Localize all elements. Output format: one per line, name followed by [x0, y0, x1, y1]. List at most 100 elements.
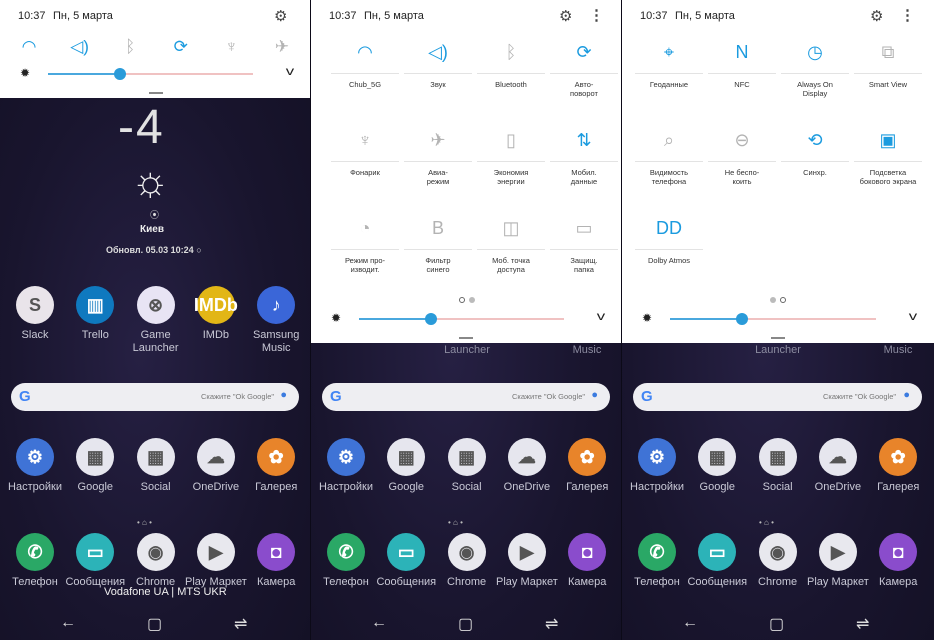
app-slack[interactable]: S Slack	[4, 286, 66, 342]
gear-icon[interactable]: ⚙	[559, 9, 572, 24]
bluetooth-icon[interactable]: ᛒ	[115, 35, 145, 59]
brightness-slider[interactable]: ✹ v	[325, 309, 605, 329]
google-search-bar[interactable]: G Скажите "Ok Google" ●	[11, 383, 299, 411]
tile-secure-folder[interactable]: ▭ Защищ. папка	[548, 213, 620, 289]
app-gallery[interactable]: ✿ Галерея	[556, 438, 618, 494]
pager-dot-active[interactable]	[780, 297, 786, 303]
drag-handle[interactable]	[771, 337, 785, 339]
tile-auto-rotate[interactable]: ⟳ Авто- поворот	[548, 37, 620, 113]
chevron-down-icon[interactable]: v	[286, 64, 294, 78]
brightness-knob[interactable]	[113, 68, 126, 80]
tile-volume[interactable]: ◁) Звук	[402, 37, 474, 113]
recents-icon[interactable]: ⇌	[545, 614, 558, 634]
mic-icon[interactable]: ●	[280, 389, 287, 401]
recents-icon[interactable]: ⇌	[234, 614, 247, 634]
wifi-icon[interactable]: ◠	[14, 35, 44, 59]
app-chrome[interactable]: ◉ Chrome	[436, 533, 498, 589]
tile-smart-view[interactable]: ⧉ Smart View	[852, 37, 924, 113]
app-onedrive[interactable]: ☁ OneDrive	[185, 438, 247, 494]
back-icon[interactable]: ←	[682, 614, 698, 632]
tile-sync[interactable]: ⟲ Синхр.	[779, 125, 851, 201]
brightness-knob[interactable]	[424, 313, 437, 325]
google-search-bar[interactable]: G Скажите "Ok Google" ●	[322, 383, 610, 411]
app-game-launcher[interactable]: ⊗ Game Launcher	[125, 286, 187, 355]
tile-mobile-data[interactable]: ⇅ Мобил. данные	[548, 125, 620, 201]
app-camera[interactable]: ◘ Камера	[867, 533, 929, 589]
app-messages[interactable]: ▭ Сообщения	[686, 533, 748, 589]
app-messages[interactable]: ▭ Сообщения	[64, 533, 126, 589]
app-imdb[interactable]: IMDb IMDb	[185, 286, 247, 342]
back-icon[interactable]: ←	[60, 614, 76, 632]
app-settings[interactable]: ⚙ Настройки	[315, 438, 377, 494]
brightness-knob[interactable]	[736, 313, 749, 325]
pager-dot-active[interactable]	[459, 297, 465, 303]
tile-always-on-display[interactable]: ◷ Always On Display	[779, 37, 851, 113]
app-google-folder[interactable]: ▦ Google	[375, 438, 437, 494]
app-trello[interactable]: ▥ Trello	[64, 286, 126, 342]
app-play-store[interactable]: ▶ Play Маркет	[807, 533, 869, 589]
app-play-store[interactable]: ▶ Play Маркет	[496, 533, 558, 589]
tile-do-not-disturb[interactable]: ⊖ Не беспо- коить	[706, 125, 778, 201]
gear-icon[interactable]: ⚙	[870, 9, 883, 24]
home-button-icon[interactable]: ▢	[769, 614, 784, 634]
gear-icon[interactable]: ⚙	[274, 9, 287, 24]
app-phone[interactable]: ✆ Телефон	[626, 533, 688, 589]
tile-flashlight[interactable]: ♆ Фонарик	[329, 125, 401, 201]
app-chrome[interactable]: ◉ Chrome	[747, 533, 809, 589]
brightness-track[interactable]	[359, 313, 564, 325]
mic-icon[interactable]: ●	[903, 389, 910, 401]
app-google-folder[interactable]: ▦ Google	[64, 438, 126, 494]
tile-blue-filter[interactable]: B Фильтр синего	[402, 213, 474, 289]
brightness-track[interactable]	[48, 68, 253, 80]
brightness-slider[interactable]: ✹ v	[636, 309, 917, 329]
google-search-bar[interactable]: G Скажите "Ok Google" ●	[633, 383, 922, 411]
pager-dot[interactable]	[770, 297, 776, 303]
airplane-icon[interactable]: ✈	[267, 35, 297, 59]
chevron-down-icon[interactable]: v	[597, 309, 605, 323]
app-chrome[interactable]: ◉ Chrome	[125, 533, 187, 589]
app-gallery[interactable]: ✿ Галерея	[245, 438, 307, 494]
drag-handle[interactable]	[459, 337, 473, 339]
back-icon[interactable]: ←	[371, 614, 387, 632]
app-settings[interactable]: ⚙ Настройки	[626, 438, 688, 494]
app-onedrive[interactable]: ☁ OneDrive	[496, 438, 558, 494]
weather-updated[interactable]: Обновл. 05.03 10:24 ○	[106, 245, 202, 255]
tile-phone-visibility[interactable]: ⌕ Видимость телефона	[633, 125, 705, 201]
app-social-folder[interactable]: ▦ Social	[747, 438, 809, 494]
app-messages[interactable]: ▭ Сообщения	[375, 533, 437, 589]
home-button-icon[interactable]: ▢	[458, 614, 473, 634]
home-button-icon[interactable]: ▢	[147, 614, 162, 634]
drag-handle[interactable]	[149, 92, 163, 94]
app-phone[interactable]: ✆ Телефон	[4, 533, 66, 589]
volume-icon[interactable]: ◁)	[65, 35, 95, 59]
more-options-icon[interactable]: ⋮	[900, 8, 915, 23]
app-onedrive[interactable]: ☁ OneDrive	[807, 438, 869, 494]
app-camera[interactable]: ◘ Камера	[556, 533, 618, 589]
app-camera[interactable]: ◘ Камера	[245, 533, 307, 589]
mic-icon[interactable]: ●	[591, 389, 598, 401]
tile-performance[interactable]: ◔ Режим про- изводит.	[329, 213, 401, 289]
brightness-track[interactable]	[670, 313, 876, 325]
tile-battery[interactable]: ▯ Экономия энергии	[475, 125, 547, 201]
auto-rotate-icon[interactable]: ⟳	[166, 35, 196, 59]
app-social-folder[interactable]: ▦ Social	[125, 438, 187, 494]
brightness-slider[interactable]: ✹ v	[14, 64, 294, 84]
tile-edge-lighting[interactable]: ▣ Подсветка бокового экрана	[852, 125, 924, 201]
app-google-folder[interactable]: ▦ Google	[686, 438, 748, 494]
tile-airplane[interactable]: ✈ Авиа- режим	[402, 125, 474, 201]
recents-icon[interactable]: ⇌	[856, 614, 869, 634]
tile-wifi[interactable]: ◠ Chub_5G	[329, 37, 401, 113]
app-gallery[interactable]: ✿ Галерея	[867, 438, 929, 494]
chevron-down-icon[interactable]: v	[909, 309, 917, 323]
tile-hotspot[interactable]: ◫ Моб. точка доступа	[475, 213, 547, 289]
app-settings[interactable]: ⚙ Настройки	[4, 438, 66, 494]
app-samsung-music[interactable]: ♪ Samsung Music	[245, 286, 307, 355]
flashlight-icon[interactable]: ♆	[216, 35, 246, 59]
tile-nfc[interactable]: N NFC	[706, 37, 778, 113]
app-play-store[interactable]: ▶ Play Маркет	[185, 533, 247, 589]
tile-bluetooth[interactable]: ᛒ Bluetooth	[475, 37, 547, 113]
tile-dolby-atmos[interactable]: DD Dolby Atmos	[633, 213, 705, 289]
pager-dot[interactable]	[469, 297, 475, 303]
more-options-icon[interactable]: ⋮	[589, 8, 604, 23]
app-social-folder[interactable]: ▦ Social	[436, 438, 498, 494]
